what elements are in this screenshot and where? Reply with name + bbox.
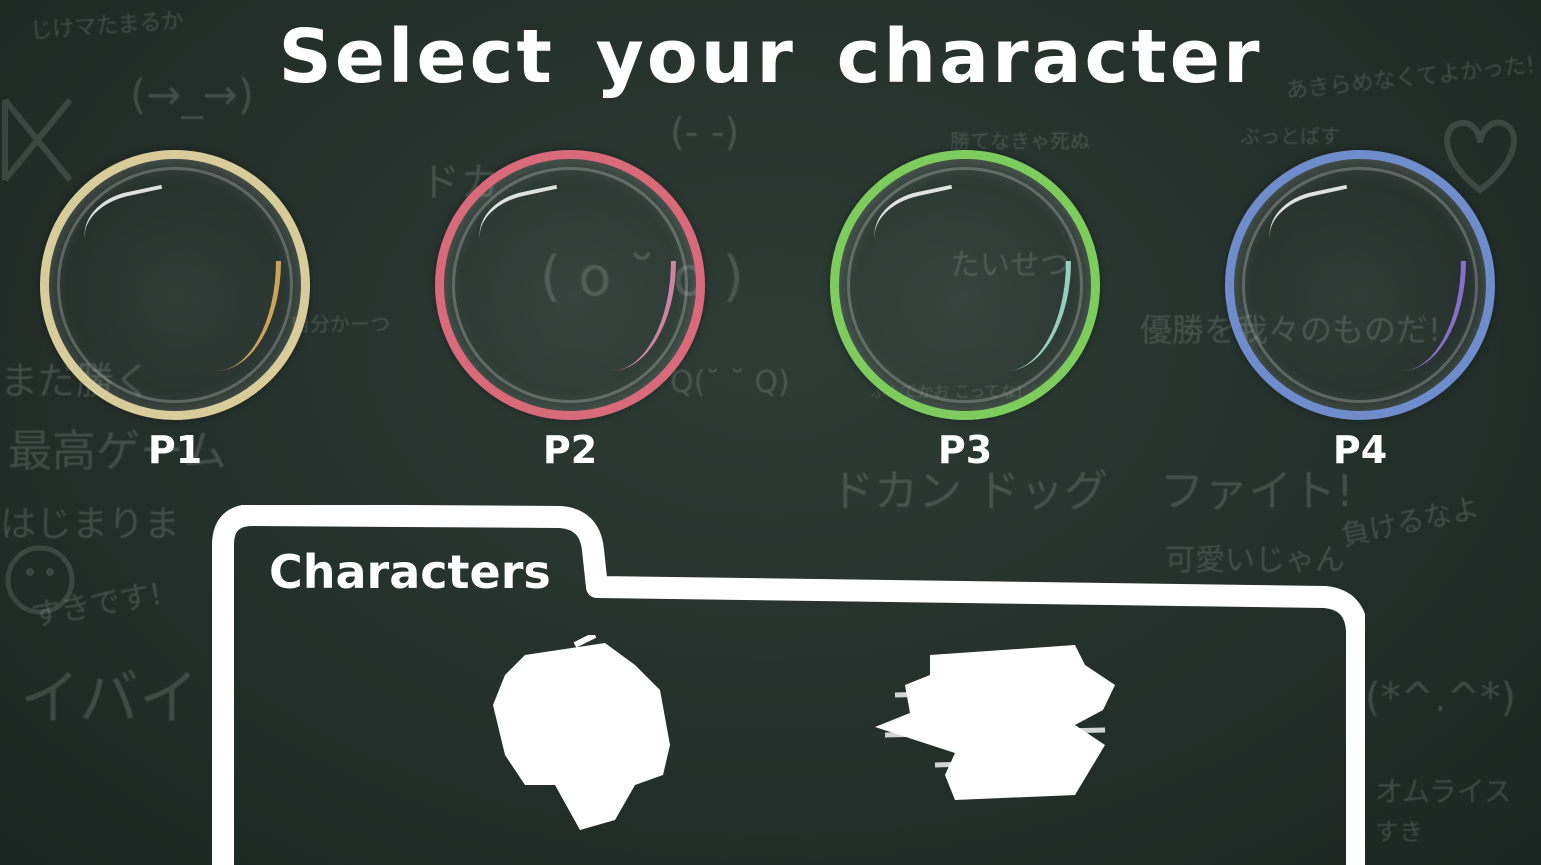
bubble-accent-highlight [611,261,676,371]
player-slot-p2[interactable]: P2 [435,150,713,472]
player-label: P4 [1332,428,1388,472]
bubble-accent-highlight [1006,261,1071,371]
doodle-smiley-shape [5,545,75,615]
player-bubble[interactable] [435,150,705,420]
chalk-scribble-icon [493,635,670,830]
doodle-text: ぶっとばす [1240,124,1340,148]
doodle-text: (*^.^*) [1365,675,1516,721]
doodle-text: イバイ [20,664,199,734]
player-slot-p3[interactable]: P3 [830,150,1108,472]
player-label: P1 [147,428,203,472]
doodle-text: すき [1375,818,1423,846]
doodle-text: はじまりま [0,504,181,545]
bubble-accent-highlight [216,261,281,371]
doodle-text: オムライス [1375,775,1512,808]
doodle-text: すきです! [28,576,165,635]
player-slot-p4[interactable]: P4 [1225,150,1503,472]
player-slot-p1[interactable]: P1 [40,150,318,472]
player-bubble[interactable] [1225,150,1495,420]
bubble-accent-highlight [1401,261,1466,371]
player-label: P3 [937,428,993,472]
characters-panel: Characters [205,505,1365,865]
tab-characters[interactable]: Characters [269,545,551,599]
player-label: P2 [542,428,598,472]
player-bubble[interactable] [830,150,1100,420]
chalk-scribble-icon [875,645,1115,800]
player-bubble[interactable] [40,150,310,420]
doodle-text: (- -) [670,110,740,154]
page-title: Select your character [278,14,1263,100]
